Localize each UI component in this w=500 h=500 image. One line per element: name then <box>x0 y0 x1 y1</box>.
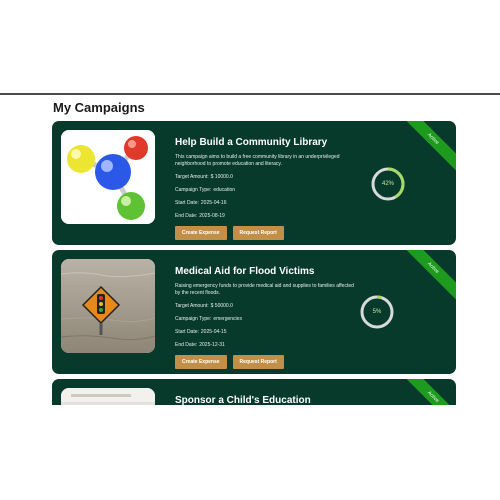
progress-percent: 5% <box>372 309 382 315</box>
campaign-title: Help Build a Community Library <box>175 137 328 148</box>
campaign-card: Medical Aid for Flood Victims Raising em… <box>52 250 456 374</box>
campaign-type: Campaign Type: emergencies <box>175 316 242 322</box>
create-expense-button[interactable]: Create Expense <box>175 226 227 240</box>
campaign-card: Help Build a Community Library This camp… <box>52 121 456 245</box>
request-report-button[interactable]: Request Report <box>232 226 284 240</box>
start-date: Start Date: 2025-04-15 <box>175 329 227 335</box>
campaign-list[interactable]: Help Build a Community Library This camp… <box>0 118 500 405</box>
status-badge: Active <box>396 121 456 176</box>
status-badge: Active <box>396 379 456 405</box>
campaign-image <box>61 130 155 224</box>
request-report-button[interactable]: Request Report <box>232 355 284 369</box>
header-divider <box>0 93 500 95</box>
campaign-type: Campaign Type: education <box>175 187 236 193</box>
campaign-card: Sponsor a Child's Education Active <box>52 379 456 405</box>
status-badge: Active <box>396 250 456 305</box>
classroom-icon <box>61 388 155 405</box>
status-ribbon: Active <box>396 379 456 405</box>
create-expense-button[interactable]: Create Expense <box>175 355 227 369</box>
status-ribbon: Active <box>396 121 456 181</box>
campaign-image <box>61 388 155 405</box>
end-date: End Date: 2025-12-31 <box>175 342 225 348</box>
flood-sign-icon <box>61 259 155 353</box>
page-title: My Campaigns <box>53 100 145 115</box>
target-amount: Target Amount: $ 10000.0 <box>175 174 233 180</box>
start-date: Start Date: 2025-04-16 <box>175 200 227 206</box>
progress-ring: 5% <box>359 294 395 330</box>
campaign-description: This campaign aims to build a free commu… <box>175 154 340 167</box>
status-ribbon: Active <box>396 250 456 310</box>
campaign-title: Medical Aid for Flood Victims <box>175 266 315 277</box>
campaign-image <box>61 259 155 353</box>
campaign-description: Raising emergency funds to provide medic… <box>175 283 354 296</box>
target-amount: Target Amount: $ 50000.0 <box>175 303 233 309</box>
end-date: End Date: 2025-08-19 <box>175 213 225 219</box>
molecule-icon <box>61 130 155 224</box>
campaign-title: Sponsor a Child's Education <box>175 395 311 405</box>
